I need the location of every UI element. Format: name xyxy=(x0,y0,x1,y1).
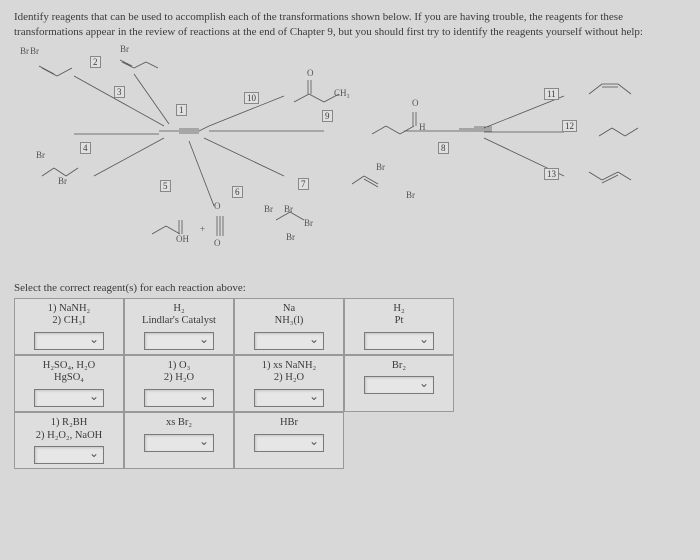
structure-alkane xyxy=(594,122,654,142)
reagent-dropdown[interactable] xyxy=(144,389,214,407)
arrow-box-8: 8 xyxy=(438,142,449,154)
arrow-box-10: 10 xyxy=(244,92,259,104)
reagent-dropdown[interactable] xyxy=(364,332,434,350)
reagent-cell: HBr xyxy=(234,412,344,469)
label-plus: + xyxy=(200,224,205,234)
reagent-cell: 1) xs NaNH₂2) H₂O xyxy=(234,355,344,412)
reagent-cell: Br₂ xyxy=(344,355,454,412)
reagent-cell: 1) R₂BH2) H₂O₂, NaOH xyxy=(14,412,124,469)
structure-cis-alkene xyxy=(584,76,644,101)
structure-acid xyxy=(144,206,204,246)
label-br: Br xyxy=(36,150,45,160)
label-br: Br xyxy=(304,218,313,228)
label-ch3: CH₃ xyxy=(334,88,350,98)
arrow-box-13: 13 xyxy=(544,168,559,180)
arrow-box-12: 12 xyxy=(562,120,577,132)
structure-right-alkyne xyxy=(454,116,504,141)
reagent-dropdown[interactable] xyxy=(254,389,324,407)
structure-bromo-alkene xyxy=(344,164,394,194)
reagent-dropdown[interactable] xyxy=(34,446,104,464)
arrow-box-4: 4 xyxy=(80,142,91,154)
reagent-text: 1) R₂BH2) H₂O₂, NaOH xyxy=(36,417,103,442)
label-oh: OH xyxy=(176,234,189,244)
reagent-text: 1) xs NaNH₂2) H₂O xyxy=(262,360,316,385)
reagent-cell: 1) NaNH₂2) CH₃I xyxy=(14,298,124,355)
reagent-text: NaNH₃(l) xyxy=(275,303,304,328)
arrow-box-5: 5 xyxy=(160,180,171,192)
reagent-text: H₂Lindlar's Catalyst xyxy=(142,303,216,328)
reagent-cell: H₂Pt xyxy=(344,298,454,355)
label-o: O xyxy=(214,201,221,211)
structure-tetrabromo xyxy=(266,196,316,236)
reagent-cell: H₂Lindlar's Catalyst xyxy=(124,298,234,355)
reagent-cell: xs Br₂ xyxy=(124,412,234,469)
arrow-box-3: 3 xyxy=(114,86,125,98)
reagent-dropdown[interactable] xyxy=(254,332,324,350)
structure-aldehyde xyxy=(364,106,424,146)
reagent-text: H₂SO₄, H₂OHgSO₄ xyxy=(43,360,95,385)
label-o: O xyxy=(214,238,221,248)
reagent-grid: 1) NaNH₂2) CH₃I H₂Lindlar's Catalyst NaN… xyxy=(14,298,686,470)
arrow-box-7: 7 xyxy=(298,178,309,190)
reagent-dropdown[interactable] xyxy=(144,434,214,452)
reagent-text: xs Br₂ xyxy=(166,417,192,430)
arrow-box-11: 11 xyxy=(544,88,559,100)
structure-trans-alkene xyxy=(584,166,644,191)
label-br: Br xyxy=(264,204,273,214)
arrow-box-6: 6 xyxy=(232,186,243,198)
arrow-box-1: 1 xyxy=(176,104,187,116)
reagent-cell: H₂SO₄, H₂OHgSO₄ xyxy=(14,355,124,412)
select-prompt: Select the correct reagent(s) for each r… xyxy=(14,282,686,294)
reagent-text: H₂Pt xyxy=(393,303,404,328)
reagent-dropdown[interactable] xyxy=(364,376,434,394)
label-br: Br xyxy=(284,204,293,214)
label-o: O xyxy=(412,98,419,108)
reagent-text: 1) NaNH₂2) CH₃I xyxy=(48,303,90,328)
reagent-dropdown[interactable] xyxy=(144,332,214,350)
reagent-dropdown[interactable] xyxy=(34,389,104,407)
reaction-scheme: Br Br 2 Br 3 1 10 4 5 6 7 9 O CH₃ xyxy=(14,46,686,276)
reagent-cell: 1) O₃2) H₂O xyxy=(124,355,234,412)
label-br: Br xyxy=(376,162,385,172)
label-br: Br xyxy=(58,176,67,186)
reagent-text: Br₂ xyxy=(392,360,406,373)
instructions-text: Identify reagents that can be used to ac… xyxy=(14,10,686,40)
label-o: O xyxy=(307,68,314,78)
label-br: Br xyxy=(286,232,295,242)
reagent-text: HBr xyxy=(280,417,298,430)
reagent-dropdown[interactable] xyxy=(34,332,104,350)
reagent-dropdown[interactable] xyxy=(254,434,324,452)
label-h: H xyxy=(419,122,426,132)
reagent-text: 1) O₃2) H₂O xyxy=(164,360,194,385)
label-br: Br xyxy=(406,190,415,200)
reagent-cell: NaNH₃(l) xyxy=(234,298,344,355)
